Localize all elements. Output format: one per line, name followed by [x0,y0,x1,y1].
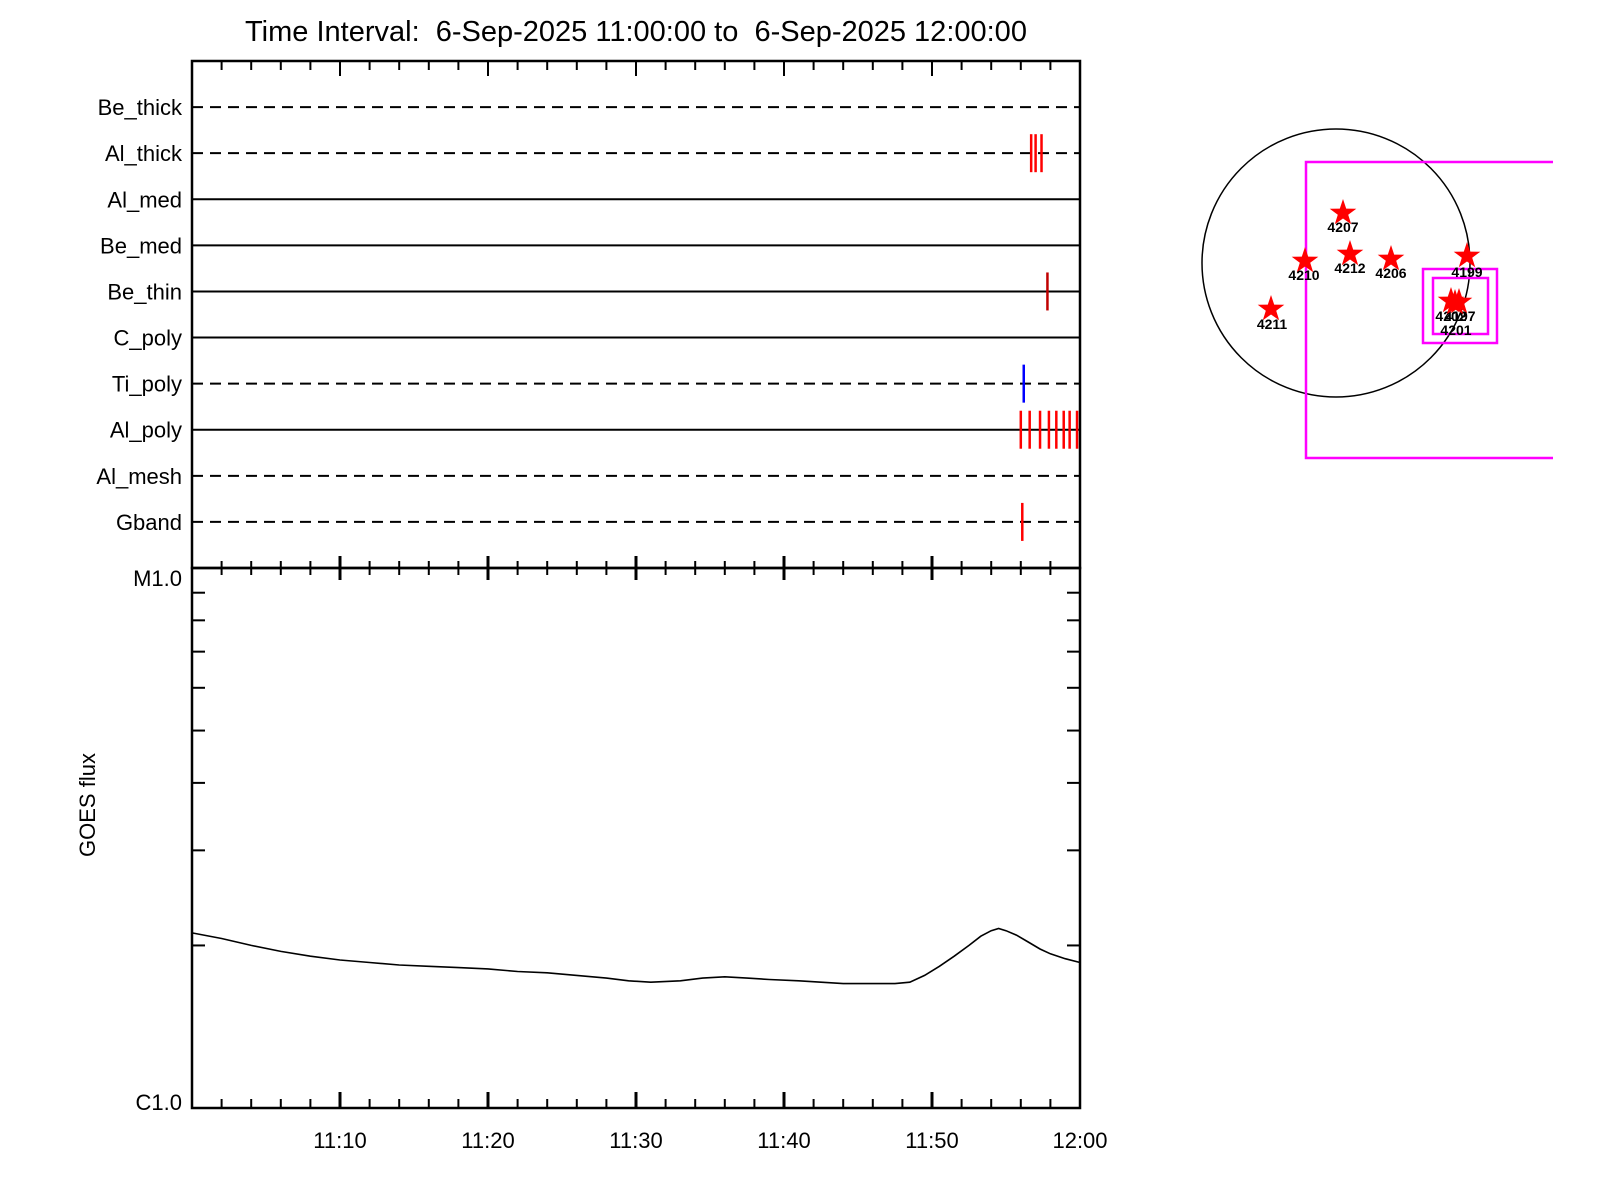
filter-label-C_poly: C_poly [114,326,182,351]
ar-label-4206: 4206 [1375,265,1406,281]
filter-label-Ti_poly: Ti_poly [112,372,182,397]
goes-bottom-label: C1.0 [136,1090,182,1115]
ar-label-4201: 4201 [1440,322,1471,338]
ar-label-4211: 4211 [1257,316,1288,332]
ar-label-4207: 4207 [1327,219,1358,235]
filter-label-Be_thick: Be_thick [98,95,183,120]
filter-label-Be_med: Be_med [100,233,182,258]
ar-label-4199: 4199 [1451,264,1482,280]
ar-label-4210: 4210 [1288,267,1319,283]
time-tick-label: 11:10 [313,1128,366,1153]
goes-xrt-timeline-page: Time Interval: 6-Sep-2025 11:00:00 to 6-… [0,0,1600,1200]
filter-label-Gband: Gband [116,510,182,535]
time-tick-label: 12:00 [1052,1128,1107,1153]
time-tick-label: 11:30 [609,1128,662,1153]
goes-top-label: M1.0 [133,566,182,591]
goes-flux-curve [191,927,1081,985]
filter-label-Al_thick: Al_thick [105,141,183,166]
filter-panel-border [190,59,1082,570]
filter-label-Be_thin: Be_thin [107,279,182,304]
goes-panel-border [190,566,1082,1110]
time-tick-label: 11:20 [461,1128,514,1153]
filter-label-Al_med: Al_med [107,187,182,212]
time-tick-label: 11:50 [905,1128,958,1153]
ar-label-4212: 4212 [1334,260,1365,276]
plot-canvas: Be_thick Al_thick Al_med Be_med Be_thin C_pol… [75,59,1553,1153]
time-tick-label: 11:40 [757,1128,810,1153]
goes-ylabel: GOES flux [75,753,100,857]
filter-label-Al_poly: Al_poly [110,418,182,443]
filter-label-Al_mesh: Al_mesh [96,464,182,489]
